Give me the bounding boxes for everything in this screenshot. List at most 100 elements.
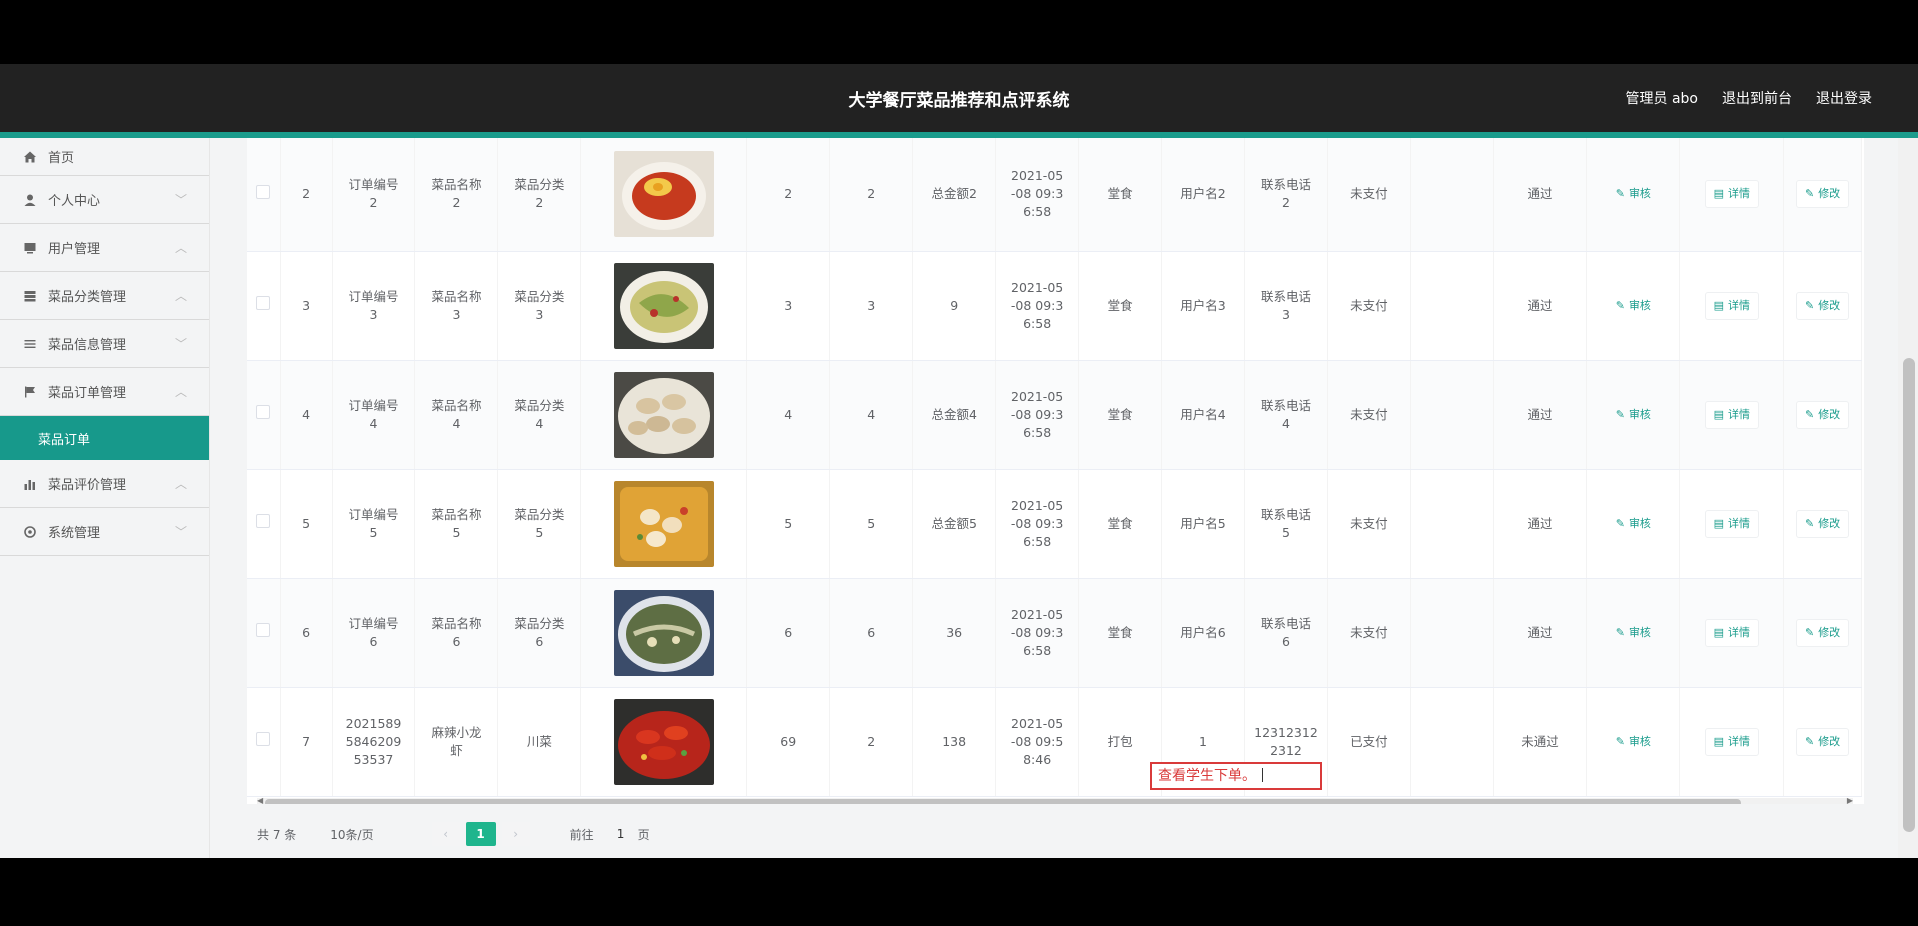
scroll-right-icon[interactable]: ▶: [1847, 796, 1853, 804]
vertical-scrollbar[interactable]: [1898, 138, 1918, 858]
row-checkbox-box[interactable]: [256, 405, 271, 419]
cell-category: 菜品分类 6: [497, 578, 582, 688]
cell-review-status: 通过: [1493, 138, 1588, 252]
edit-button[interactable]: ✎ 修改: [1795, 509, 1850, 538]
cell-dish-name: 菜品名称 3: [414, 251, 499, 361]
row-checkbox[interactable]: [247, 138, 281, 252]
cell-order-time: 2021-05 -08 09:3 6:58: [995, 578, 1080, 688]
review-button[interactable]: ✎ 审核: [1608, 620, 1659, 646]
cell-dish-image: [580, 360, 748, 470]
detail-button[interactable]: ▤ 详情: [1704, 618, 1760, 647]
cell-username: 用户名6: [1161, 578, 1245, 688]
cell-quantity: 6: [829, 578, 914, 688]
chevron-up-icon: ︿: [174, 477, 187, 491]
annotation-text: 查看学生下单。: [1158, 768, 1256, 784]
grid-icon: [22, 288, 38, 304]
prev-page-button[interactable]: ‹: [431, 822, 460, 846]
cell-order-time: 2021-05 -08 09:5 8:46: [995, 687, 1080, 797]
row-checkbox-box[interactable]: [256, 514, 271, 528]
horizontal-scroll-thumb[interactable]: [265, 799, 1741, 804]
cell-dish-name: 麻辣小龙 虾: [414, 687, 499, 797]
sidebar-item-home[interactable]: 首页: [0, 138, 209, 176]
review-button[interactable]: ✎ 审核: [1608, 729, 1659, 755]
edit-button[interactable]: ✎ 修改: [1795, 618, 1850, 647]
cell-order-no: 订单编号 4: [332, 360, 416, 470]
row-checkbox-box[interactable]: [256, 184, 271, 199]
goto-page-input[interactable]: 1: [604, 823, 638, 845]
pagination-total: 共 7 条: [257, 827, 297, 842]
sidebar-item-dish-info-management[interactable]: 菜品信息管理 ﹀: [0, 320, 209, 368]
cell-review-status: 通过: [1493, 469, 1588, 579]
table-row: 6 订单编号 6 菜品名称 6 菜品分类 6 6 6 36 2021-05 -08 09:3 …: [247, 578, 1862, 688]
back-to-front-link[interactable]: 退出到前台: [1722, 88, 1792, 108]
table-row: 5 订单编号 5 菜品名称 5 菜品分类 5 5 5 总金额5 2021-05 -08 09:…: [247, 469, 1862, 579]
row-checkbox[interactable]: [247, 469, 281, 579]
row-checkbox-box[interactable]: [256, 296, 271, 310]
cell-price: 2: [746, 138, 831, 252]
sidebar-subitem-dish-order[interactable]: 菜品订单: [0, 416, 209, 460]
cell-quantity: 4: [829, 360, 914, 470]
edit-pen-icon: ✎: [1804, 407, 1815, 421]
cell-index: 7: [280, 687, 333, 797]
gear-icon: [22, 524, 38, 540]
row-checkbox[interactable]: [247, 578, 281, 688]
cell-index: 2: [280, 138, 333, 252]
sidebar-item-dish-order-management[interactable]: 菜品订单管理 ︿: [0, 368, 209, 416]
document-icon: ▤: [1713, 516, 1725, 530]
cell-order-time: 2021-05 -08 09:3 6:58: [995, 469, 1080, 579]
sidebar: 首页 个人中心 ﹀ 用户管理 ︿ 菜品分类管理 ︿ 菜品信息管理 ﹀ 菜品订单管…: [0, 138, 210, 858]
edit-pen-icon: ✎: [1804, 734, 1815, 748]
detail-button[interactable]: ▤ 详情: [1704, 400, 1760, 429]
goto-label: 前往: [569, 827, 594, 842]
scroll-left-icon[interactable]: ◀: [257, 796, 263, 804]
sidebar-item-dish-category-management[interactable]: 菜品分类管理 ︿: [0, 272, 209, 320]
person-icon: [22, 192, 38, 208]
cell-username: 用户名4: [1161, 360, 1245, 470]
sidebar-item-personal-center[interactable]: 个人中心 ﹀: [0, 176, 209, 224]
review-button[interactable]: ✎ 审核: [1608, 181, 1659, 207]
sidebar-item-user-management[interactable]: 用户管理 ︿: [0, 224, 209, 272]
top-header: 大学餐厅菜品推荐和点评系统 管理员 abo 退出到前台 退出登录: [0, 64, 1918, 132]
review-button[interactable]: ✎ 审核: [1608, 511, 1659, 537]
sidebar-item-dish-review-management[interactable]: 菜品评价管理 ︿: [0, 460, 209, 508]
cell-pay-status: 未支付: [1327, 251, 1411, 361]
detail-button[interactable]: ▤ 详情: [1704, 180, 1760, 209]
list-icon: [22, 336, 38, 352]
review-button[interactable]: ✎ 审核: [1608, 293, 1659, 319]
cell-order-no: 订单编号 2: [332, 138, 416, 252]
cell-order-no: 订单编号 5: [332, 469, 416, 579]
edit-button[interactable]: ✎ 修改: [1795, 291, 1850, 320]
cell-detail-action: ▤ 详情: [1679, 251, 1785, 361]
edit-button[interactable]: ✎ 修改: [1795, 400, 1850, 429]
row-checkbox-box[interactable]: [256, 732, 271, 746]
detail-button[interactable]: ▤ 详情: [1704, 509, 1760, 538]
cell-review-action: ✎ 审核: [1586, 138, 1681, 252]
next-page-button[interactable]: ›: [501, 822, 530, 846]
cell-order-no: 2021589 5846209 53537: [332, 687, 416, 797]
cell-index: 6: [280, 578, 333, 688]
document-icon: ▤: [1713, 734, 1725, 748]
detail-button[interactable]: ▤ 详情: [1704, 291, 1760, 320]
row-checkbox[interactable]: [247, 687, 281, 797]
cell-order-time: 2021-05 -08 09:3 6:58: [995, 251, 1080, 361]
cell-review-status: 通过: [1493, 360, 1588, 470]
cell-phone: 联系电话 5: [1244, 469, 1328, 579]
page-size-select[interactable]: 10条/页: [330, 826, 373, 843]
row-checkbox[interactable]: [247, 251, 281, 361]
edit-button[interactable]: ✎ 修改: [1795, 727, 1850, 756]
edit-button[interactable]: ✎ 修改: [1795, 180, 1850, 209]
row-checkbox[interactable]: [247, 360, 281, 470]
vertical-scroll-thumb[interactable]: [1903, 358, 1915, 832]
horizontal-scrollbar[interactable]: ◀ ▶: [257, 796, 1853, 804]
detail-button[interactable]: ▤ 详情: [1704, 727, 1760, 756]
logout-link[interactable]: 退出登录: [1816, 88, 1872, 108]
sidebar-item-system-management[interactable]: 系统管理 ﹀: [0, 508, 209, 556]
chevron-down-icon: ﹀: [174, 193, 187, 207]
document-icon: ▤: [1713, 298, 1725, 312]
cell-total-amount: 9: [912, 251, 997, 361]
page-number-current[interactable]: 1: [465, 822, 496, 846]
admin-name: 管理员 abo: [1625, 91, 1698, 107]
edit-pen-icon: ✎: [1615, 298, 1625, 312]
row-checkbox-box[interactable]: [256, 623, 271, 637]
review-button[interactable]: ✎ 审核: [1608, 402, 1659, 428]
